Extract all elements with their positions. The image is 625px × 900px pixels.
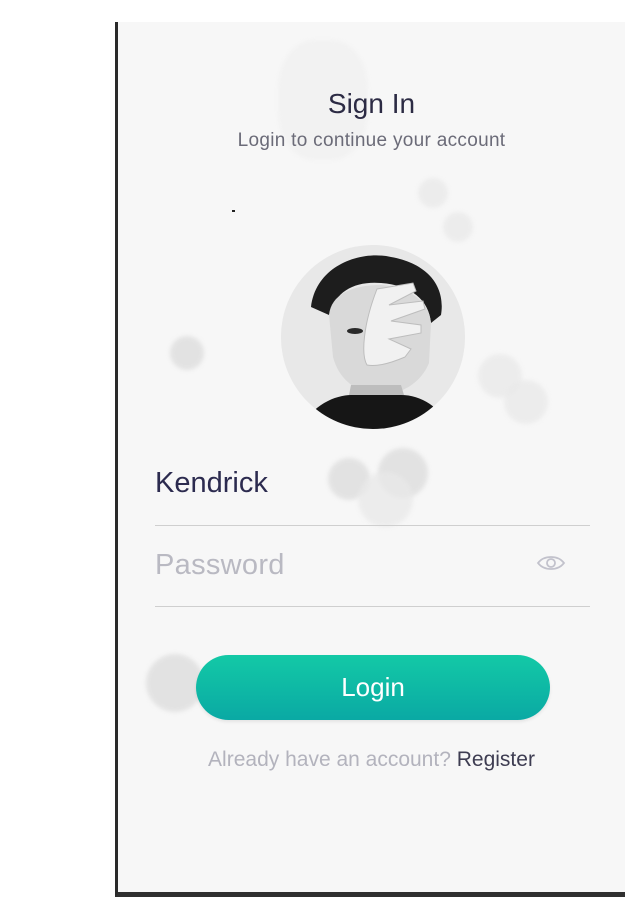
password-underline [155,606,590,607]
background-blob [504,380,548,424]
register-prompt-text: Already have an account? [208,748,451,771]
background-blob [443,212,473,242]
username-field[interactable]: Kendrick [155,467,268,500]
password-field[interactable]: Password [155,549,285,582]
phone-screen: Sign In Login to continue your account K… [115,22,625,897]
user-portrait-icon [281,245,465,429]
avatar[interactable] [281,245,465,429]
background-blob [418,178,448,208]
background-blob [170,336,204,370]
register-link[interactable]: Register [457,748,535,771]
background-blob [358,472,413,527]
page-subtitle: Login to continue your account [237,130,506,151]
login-button[interactable]: Login [196,655,550,720]
stray-dot [232,210,235,212]
eye-icon[interactable] [536,552,566,574]
register-prompt: Already have an account? Register [118,748,625,772]
page-title: Sign In [327,88,416,119]
username-underline [155,525,590,526]
